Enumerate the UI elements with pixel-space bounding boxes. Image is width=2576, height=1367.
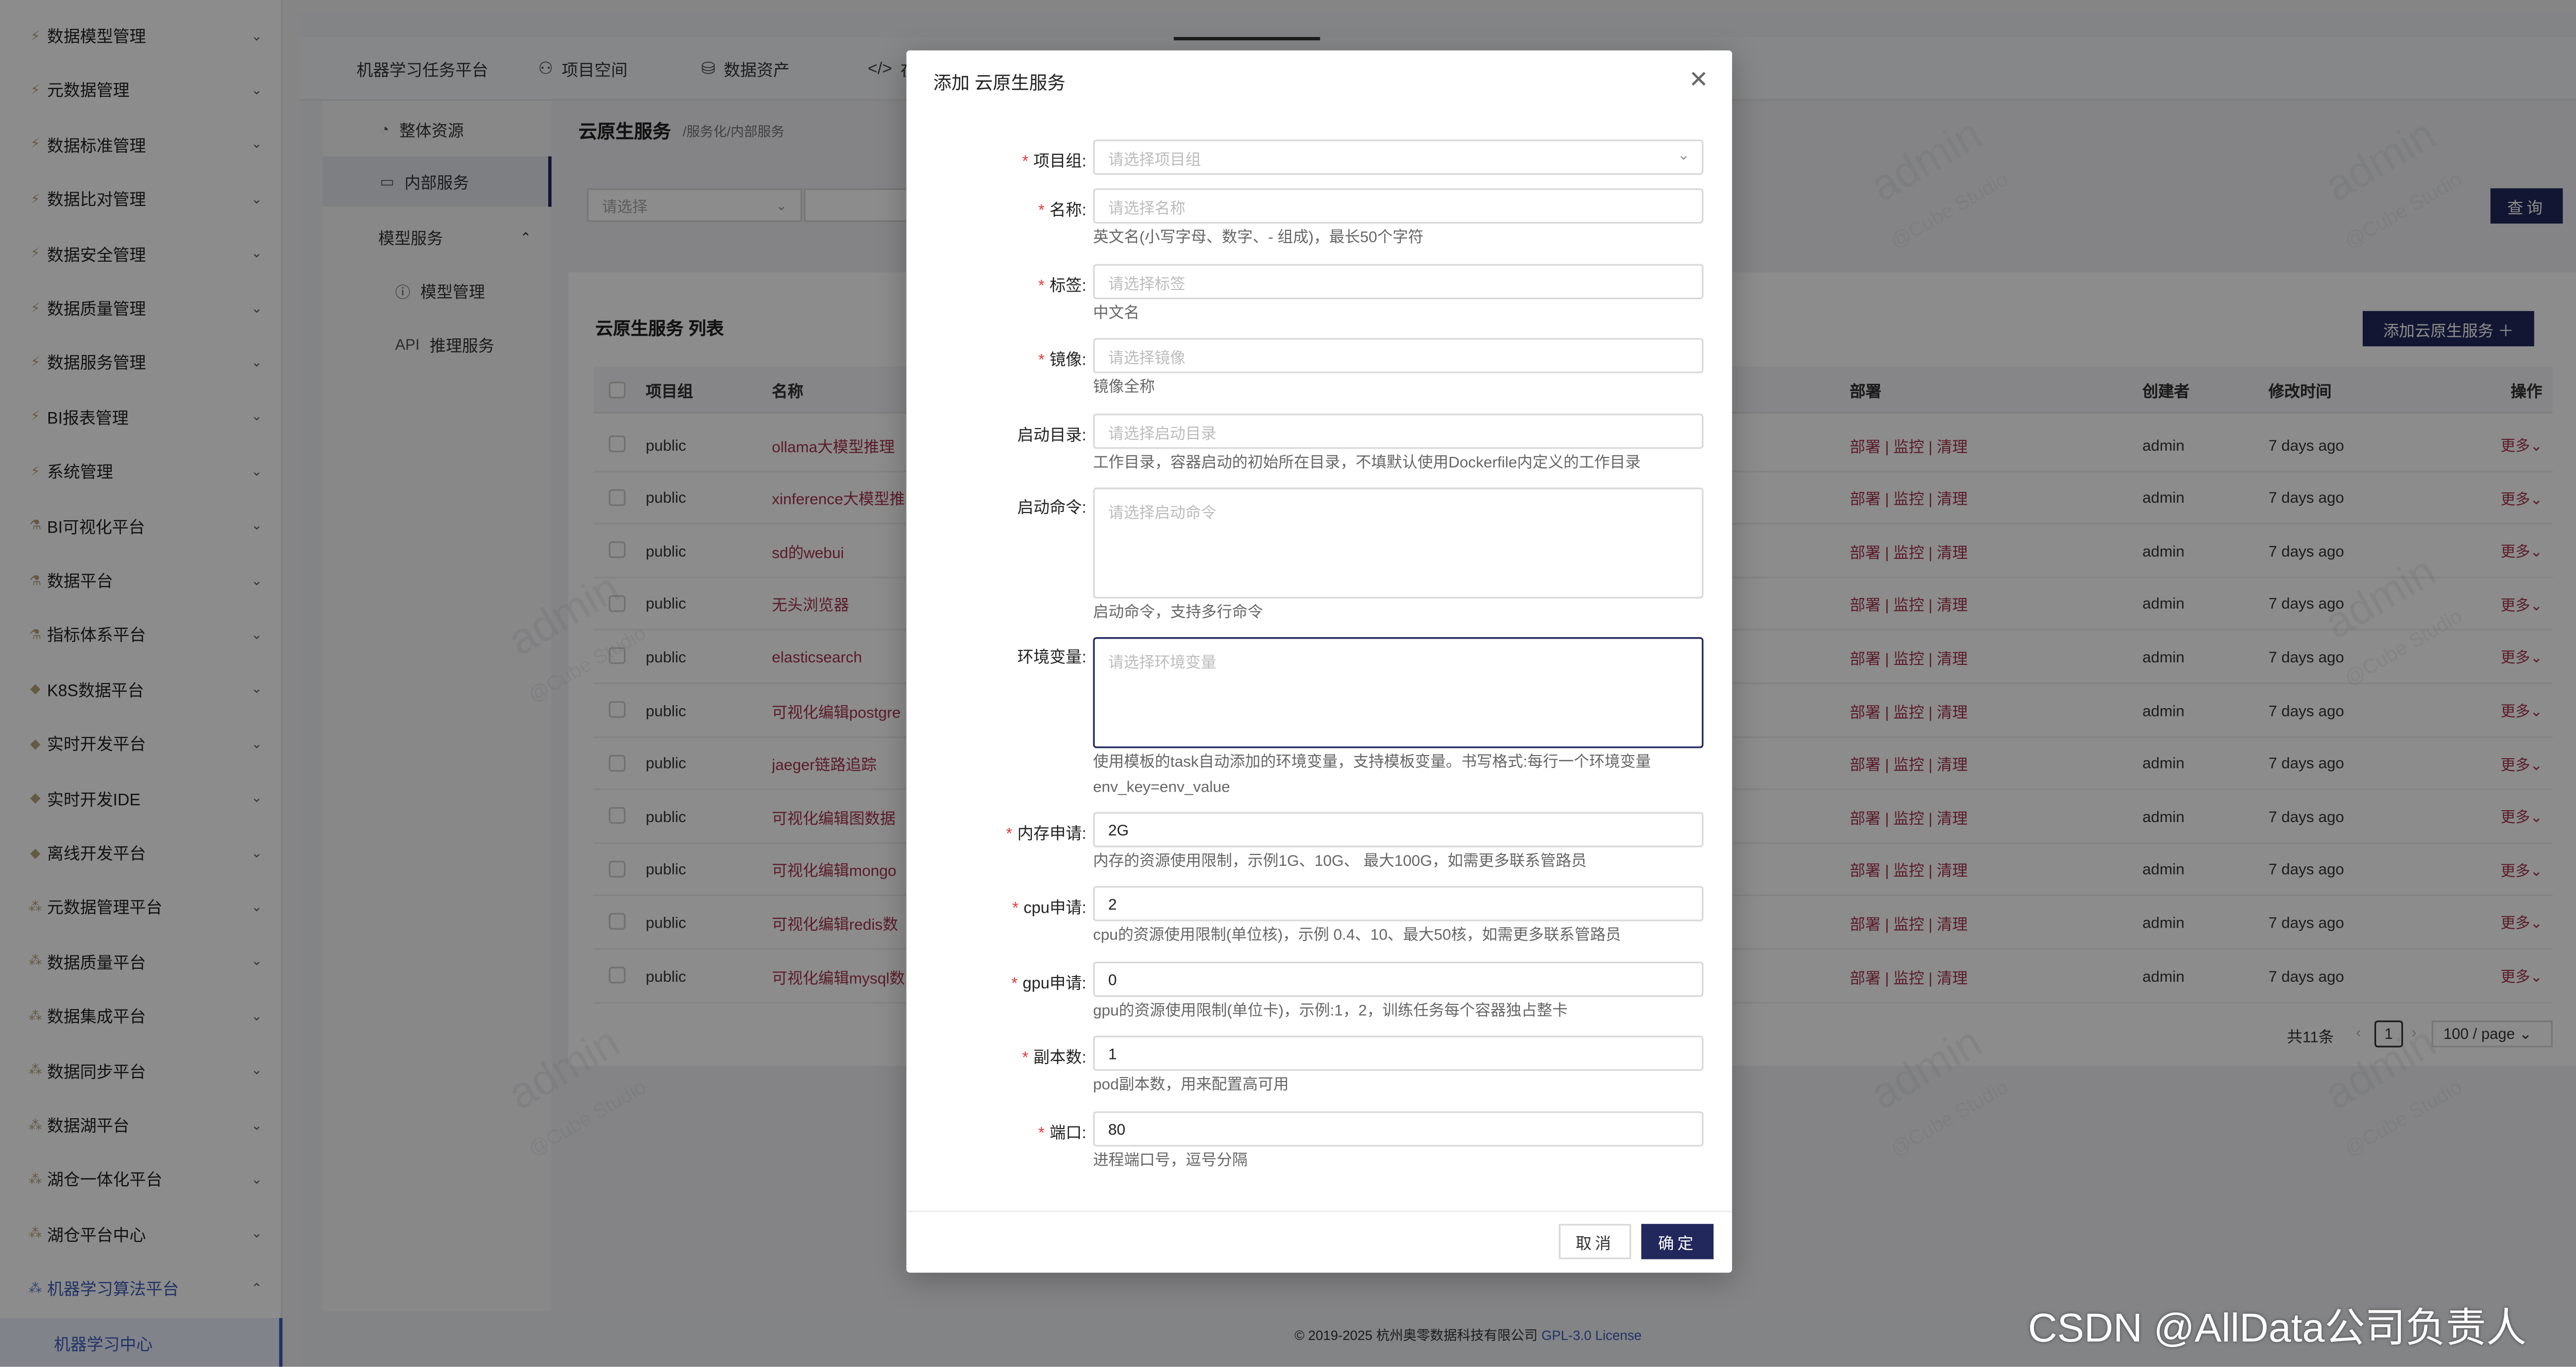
field-help: 英文名(小写字母、数字、- 组成)，最长50个字符: [1093, 228, 1424, 246]
field-input[interactable]: 0: [1093, 962, 1704, 997]
field-select[interactable]: 请选择项目组 ⌄: [1093, 139, 1704, 175]
close-icon[interactable]: ✕: [1689, 65, 1708, 94]
required-mark: *: [1022, 153, 1029, 172]
field-help: 进程端口号，逗号分隔: [1093, 1151, 1248, 1169]
field-input[interactable]: 请选择名称: [1093, 188, 1704, 224]
field-label: * 项目组:: [1022, 148, 1087, 172]
field-label-text: 启动命令:: [1017, 499, 1087, 518]
field-placeholder: 请选择名称: [1108, 199, 1185, 216]
field-label-text: 名称:: [1049, 201, 1087, 220]
field-placeholder: 请选择环境变量: [1108, 654, 1216, 671]
field-help: pod副本数，用来配置高可用: [1093, 1075, 1289, 1093]
field-input[interactable]: 1: [1093, 1035, 1704, 1071]
chevron-down-icon: ⌄: [1677, 146, 1690, 163]
csdn-watermark: CSDN @AllData公司负责人: [2028, 1306, 2527, 1352]
field-label: * 副本数:: [1022, 1044, 1087, 1068]
field-label-text: cpu申请:: [1023, 899, 1087, 918]
field-label: * cpu申请:: [1012, 894, 1087, 918]
field-label-text: 内存申请:: [1017, 825, 1087, 844]
confirm-button[interactable]: 确定: [1641, 1224, 1714, 1259]
field-label: 环境变量:: [1018, 644, 1087, 668]
field-label: 启动目录:: [1018, 422, 1087, 446]
modal-title: 添加 云原生服务: [933, 74, 1065, 94]
field-label: * 标签:: [1038, 272, 1086, 296]
required-mark: *: [1011, 975, 1018, 994]
field-help: gpu的资源使用限制(单位卡)，示例:1，2，训练任务每个容器独占整卡: [1093, 1002, 1568, 1019]
field-label: * 名称:: [1038, 197, 1086, 220]
field-label-text: 项目组:: [1033, 153, 1087, 172]
field-input[interactable]: 80: [1093, 1111, 1704, 1147]
field-help: 镜像全称: [1093, 378, 1155, 396]
field-label: * 内存申请:: [1006, 821, 1087, 844]
add-service-modal: 添加 云原生服务 ✕ * 项目组: 请选择项目组 ⌄ * 名称: 请选择名称 英文名(小写字母…: [906, 50, 1732, 1273]
field-textarea[interactable]: 请选择启动命令: [1093, 487, 1704, 599]
field-value: 1: [1108, 1045, 1117, 1062]
field-label-text: 端口:: [1049, 1124, 1087, 1143]
field-textarea[interactable]: 请选择环境变量: [1093, 637, 1704, 748]
field-value: 80: [1108, 1120, 1126, 1138]
field-help: 使用模板的task自动添加的环境变量，支持模板变量。书写格式:每行一个环境变量e…: [1093, 753, 1651, 795]
field-label-text: 镜像:: [1049, 351, 1087, 370]
required-mark: *: [1038, 1124, 1045, 1143]
required-mark: *: [1038, 351, 1045, 370]
field-placeholder: 请选择启动目录: [1108, 424, 1216, 441]
field-input[interactable]: 请选择镜像: [1093, 338, 1704, 373]
field-value: 2: [1108, 895, 1117, 912]
field-label-text: 启动目录:: [1017, 427, 1087, 446]
required-mark: *: [1006, 825, 1012, 844]
field-label-text: 环境变量:: [1017, 648, 1087, 668]
field-label-text: 副本数:: [1033, 1049, 1087, 1068]
field-label: * 镜像:: [1038, 346, 1086, 370]
required-mark: *: [1038, 277, 1045, 296]
field-value: 2G: [1108, 821, 1129, 839]
cancel-button[interactable]: 取消: [1558, 1224, 1632, 1259]
field-input[interactable]: 请选择启动目录: [1093, 413, 1704, 449]
field-help: 内存的资源使用限制，示例1G、10G、 最大100G，如需更多联系管路员: [1093, 852, 1587, 869]
field-placeholder: 请选择标签: [1108, 275, 1185, 292]
required-mark: *: [1038, 201, 1045, 220]
modal-footer-divider: [906, 1210, 1732, 1212]
field-help: 启动命令，支持多行命令: [1093, 603, 1263, 621]
field-placeholder: 请选择启动命令: [1108, 504, 1216, 521]
app-root: ⚡ 数据模型管理 ⌄ ⚡ 元数据管理 ⌄ ⚡ 数据标准管理 ⌄ ⚡ 数据比对管理 ⌄ ⚡ 数据安全管理 ⌄ ⚡…: [0, 0, 2576, 1367]
field-input[interactable]: 2: [1093, 886, 1704, 921]
field-placeholder: 请选择项目组: [1108, 150, 1201, 167]
field-value: 0: [1108, 970, 1117, 988]
field-help: cpu的资源使用限制(单位核)，示例 0.4、10、最大50核，如需更多联系管路…: [1093, 926, 1621, 944]
field-help: 中文名: [1093, 304, 1140, 321]
field-label-text: 标签:: [1049, 277, 1087, 296]
field-help: 工作目录，容器启动的初始所在目录，不填默认使用Dockerfile内定义的工作目…: [1093, 454, 1641, 471]
field-label-text: gpu申请:: [1022, 975, 1087, 994]
field-label: 启动命令:: [1018, 494, 1087, 518]
field-input[interactable]: 请选择标签: [1093, 264, 1704, 299]
field-label: * 端口:: [1038, 1120, 1086, 1143]
field-input[interactable]: 2G: [1093, 812, 1704, 848]
required-mark: *: [1012, 899, 1019, 918]
required-mark: *: [1022, 1049, 1029, 1068]
field-label: * gpu申请:: [1011, 970, 1087, 994]
field-placeholder: 请选择镜像: [1108, 349, 1185, 366]
